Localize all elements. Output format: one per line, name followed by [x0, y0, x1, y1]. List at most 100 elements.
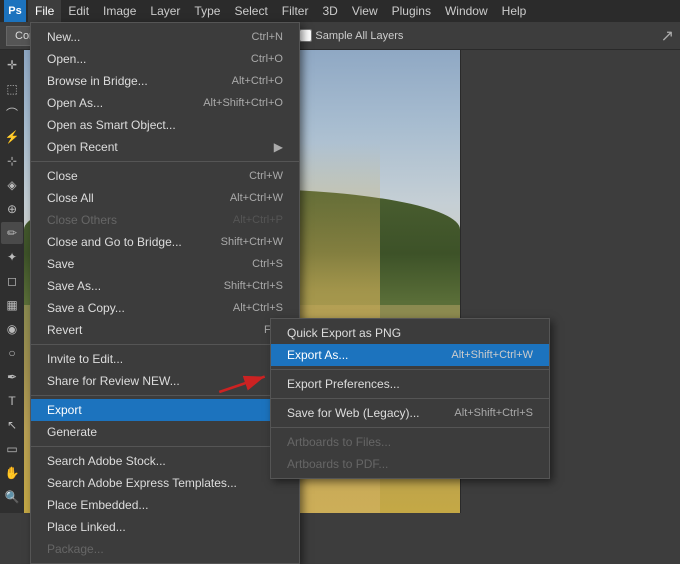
menu-item-browse[interactable]: Browse in Bridge... Alt+Ctrl+O	[31, 70, 299, 92]
menu-view[interactable]: View	[345, 0, 385, 22]
menu-item-revert-label: Revert	[47, 323, 82, 337]
sample-all-layers-checkbox[interactable]: Sample All Layers	[299, 29, 403, 42]
menu-item-close-bridge[interactable]: Close and Go to Bridge... Shift+Ctrl+W	[31, 231, 299, 253]
menu-item-save-copy-shortcut: Alt+Ctrl+S	[233, 302, 283, 314]
tool-blur[interactable]: ◉	[1, 318, 23, 340]
tool-crop[interactable]: ⊹	[1, 150, 23, 172]
tool-eyedropper[interactable]: ◈	[1, 174, 23, 196]
submenu-divider-1	[271, 369, 549, 370]
menu-item-open[interactable]: Open... Ctrl+O	[31, 48, 299, 70]
tool-magic-wand[interactable]: ⚡	[1, 126, 23, 148]
menu-item-search-express[interactable]: Search Adobe Express Templates...	[31, 472, 299, 494]
menu-item-search-express-label: Search Adobe Express Templates...	[47, 476, 237, 490]
menu-select[interactable]: Select	[227, 0, 274, 22]
export-submenu: Quick Export as PNG Export As... Alt+Shi…	[270, 318, 550, 479]
menu-item-share-review-label: Share for Review NEW...	[47, 374, 180, 388]
submenu-item-artboards-files-label: Artboards to Files...	[287, 435, 391, 449]
menu-item-save-copy-label: Save a Copy...	[47, 301, 125, 315]
file-dropdown-menu: New... Ctrl+N Open... Ctrl+O Browse in B…	[30, 22, 300, 564]
menu-item-open-as[interactable]: Open As... Alt+Shift+Ctrl+O	[31, 92, 299, 114]
tool-move[interactable]: ✛	[1, 54, 23, 76]
tool-marquee[interactable]: ⬚	[1, 78, 23, 100]
divider-1	[31, 161, 299, 162]
menu-item-export-label: Export	[47, 403, 82, 417]
tool-brush[interactable]: ✏	[1, 222, 23, 244]
menu-item-open-shortcut: Ctrl+O	[251, 53, 283, 65]
menu-item-search-stock[interactable]: Search Adobe Stock...	[31, 450, 299, 472]
menu-item-close-all-label: Close All	[47, 191, 94, 205]
submenu-item-quick-export[interactable]: Quick Export as PNG	[271, 322, 549, 344]
menu-item-save-copy[interactable]: Save a Copy... Alt+Ctrl+S	[31, 297, 299, 319]
menu-item-save-as-shortcut: Shift+Ctrl+S	[224, 280, 283, 292]
menu-file[interactable]: File	[28, 0, 61, 22]
menu-item-invite[interactable]: Invite to Edit...	[31, 348, 299, 370]
tool-hand[interactable]: ✋	[1, 462, 23, 484]
menu-item-browse-shortcut: Alt+Ctrl+O	[232, 75, 283, 87]
toolbar-icon-right: ↗	[661, 26, 674, 46]
menu-item-close-others-shortcut: Alt+Ctrl+P	[233, 214, 283, 226]
tool-pen[interactable]: ✒	[1, 366, 23, 388]
menu-item-open-as-shortcut: Alt+Shift+Ctrl+O	[203, 97, 283, 109]
tool-shape[interactable]: ▭	[1, 438, 23, 460]
menu-window[interactable]: Window	[438, 0, 495, 22]
menu-item-close-bridge-shortcut: Shift+Ctrl+W	[221, 236, 283, 248]
menu-filter[interactable]: Filter	[275, 0, 316, 22]
menu-item-new-label: New...	[47, 30, 80, 44]
menu-item-close[interactable]: Close Ctrl+W	[31, 165, 299, 187]
menu-item-close-all[interactable]: Close All Alt+Ctrl+W	[31, 187, 299, 209]
tool-eraser[interactable]: ◻	[1, 270, 23, 292]
menu-item-save-as-label: Save As...	[47, 279, 101, 293]
menu-image[interactable]: Image	[96, 0, 143, 22]
tool-dodge[interactable]: ○	[1, 342, 23, 364]
menu-item-place-embedded-label: Place Embedded...	[47, 498, 148, 512]
menu-item-search-stock-label: Search Adobe Stock...	[47, 454, 166, 468]
menu-item-place-linked-label: Place Linked...	[47, 520, 126, 534]
tool-clone-stamp[interactable]: ✦	[1, 246, 23, 268]
submenu-item-export-as[interactable]: Export As... Alt+Shift+Ctrl+W	[271, 344, 549, 366]
red-arrow-indicator	[215, 368, 275, 398]
tool-lasso[interactable]: ⌒	[1, 102, 23, 124]
menu-layer[interactable]: Layer	[143, 0, 187, 22]
submenu-item-export-prefs[interactable]: Export Preferences...	[271, 373, 549, 395]
submenu-item-save-web-label: Save for Web (Legacy)...	[287, 406, 420, 420]
menu-item-package: Package...	[31, 538, 299, 560]
menu-plugins[interactable]: Plugins	[385, 0, 438, 22]
tool-type[interactable]: T	[1, 390, 23, 412]
menu-3d[interactable]: 3D	[315, 0, 344, 22]
sample-all-layers-input[interactable]	[299, 29, 312, 42]
menu-item-close-others-label: Close Others	[47, 213, 117, 227]
submenu-item-artboards-pdf-label: Artboards to PDF...	[287, 457, 388, 471]
menu-item-revert[interactable]: Revert F12	[31, 319, 299, 341]
menu-edit[interactable]: Edit	[61, 0, 96, 22]
menu-item-open-recent[interactable]: Open Recent ▶	[31, 136, 299, 158]
app-logo: Ps	[4, 0, 26, 22]
menu-item-generate-label: Generate	[47, 425, 97, 439]
submenu-divider-2	[271, 398, 549, 399]
menu-item-invite-label: Invite to Edit...	[47, 352, 123, 366]
menu-item-smart-object[interactable]: Open as Smart Object...	[31, 114, 299, 136]
menu-item-smart-object-label: Open as Smart Object...	[47, 118, 176, 132]
menu-item-place-linked[interactable]: Place Linked...	[31, 516, 299, 538]
menu-item-new-shortcut: Ctrl+N	[252, 31, 283, 43]
menu-item-open-recent-label: Open Recent	[47, 140, 118, 154]
menu-type[interactable]: Type	[187, 0, 227, 22]
tool-gradient[interactable]: ▦	[1, 294, 23, 316]
submenu-item-save-web[interactable]: Save for Web (Legacy)... Alt+Shift+Ctrl+…	[271, 402, 549, 424]
menu-item-close-others: Close Others Alt+Ctrl+P	[31, 209, 299, 231]
menu-help[interactable]: Help	[495, 0, 534, 22]
tool-path-select[interactable]: ↖	[1, 414, 23, 436]
sample-all-layers-label: Sample All Layers	[315, 30, 403, 42]
submenu-item-export-as-label: Export As...	[287, 348, 348, 362]
menu-item-save-as[interactable]: Save As... Shift+Ctrl+S	[31, 275, 299, 297]
tool-spot-heal[interactable]: ⊕	[1, 198, 23, 220]
divider-4	[31, 446, 299, 447]
menu-item-new[interactable]: New... Ctrl+N	[31, 26, 299, 48]
menu-item-package-label: Package...	[47, 542, 104, 556]
menu-item-open-as-label: Open As...	[47, 96, 103, 110]
tool-zoom[interactable]: 🔍	[1, 486, 23, 508]
menu-item-save[interactable]: Save Ctrl+S	[31, 253, 299, 275]
menu-item-generate[interactable]: Generate ▶	[31, 421, 299, 443]
menu-item-export[interactable]: Export ▶	[31, 399, 299, 421]
menu-item-close-label: Close	[47, 169, 78, 183]
submenu-item-export-as-shortcut: Alt+Shift+Ctrl+W	[451, 349, 533, 361]
